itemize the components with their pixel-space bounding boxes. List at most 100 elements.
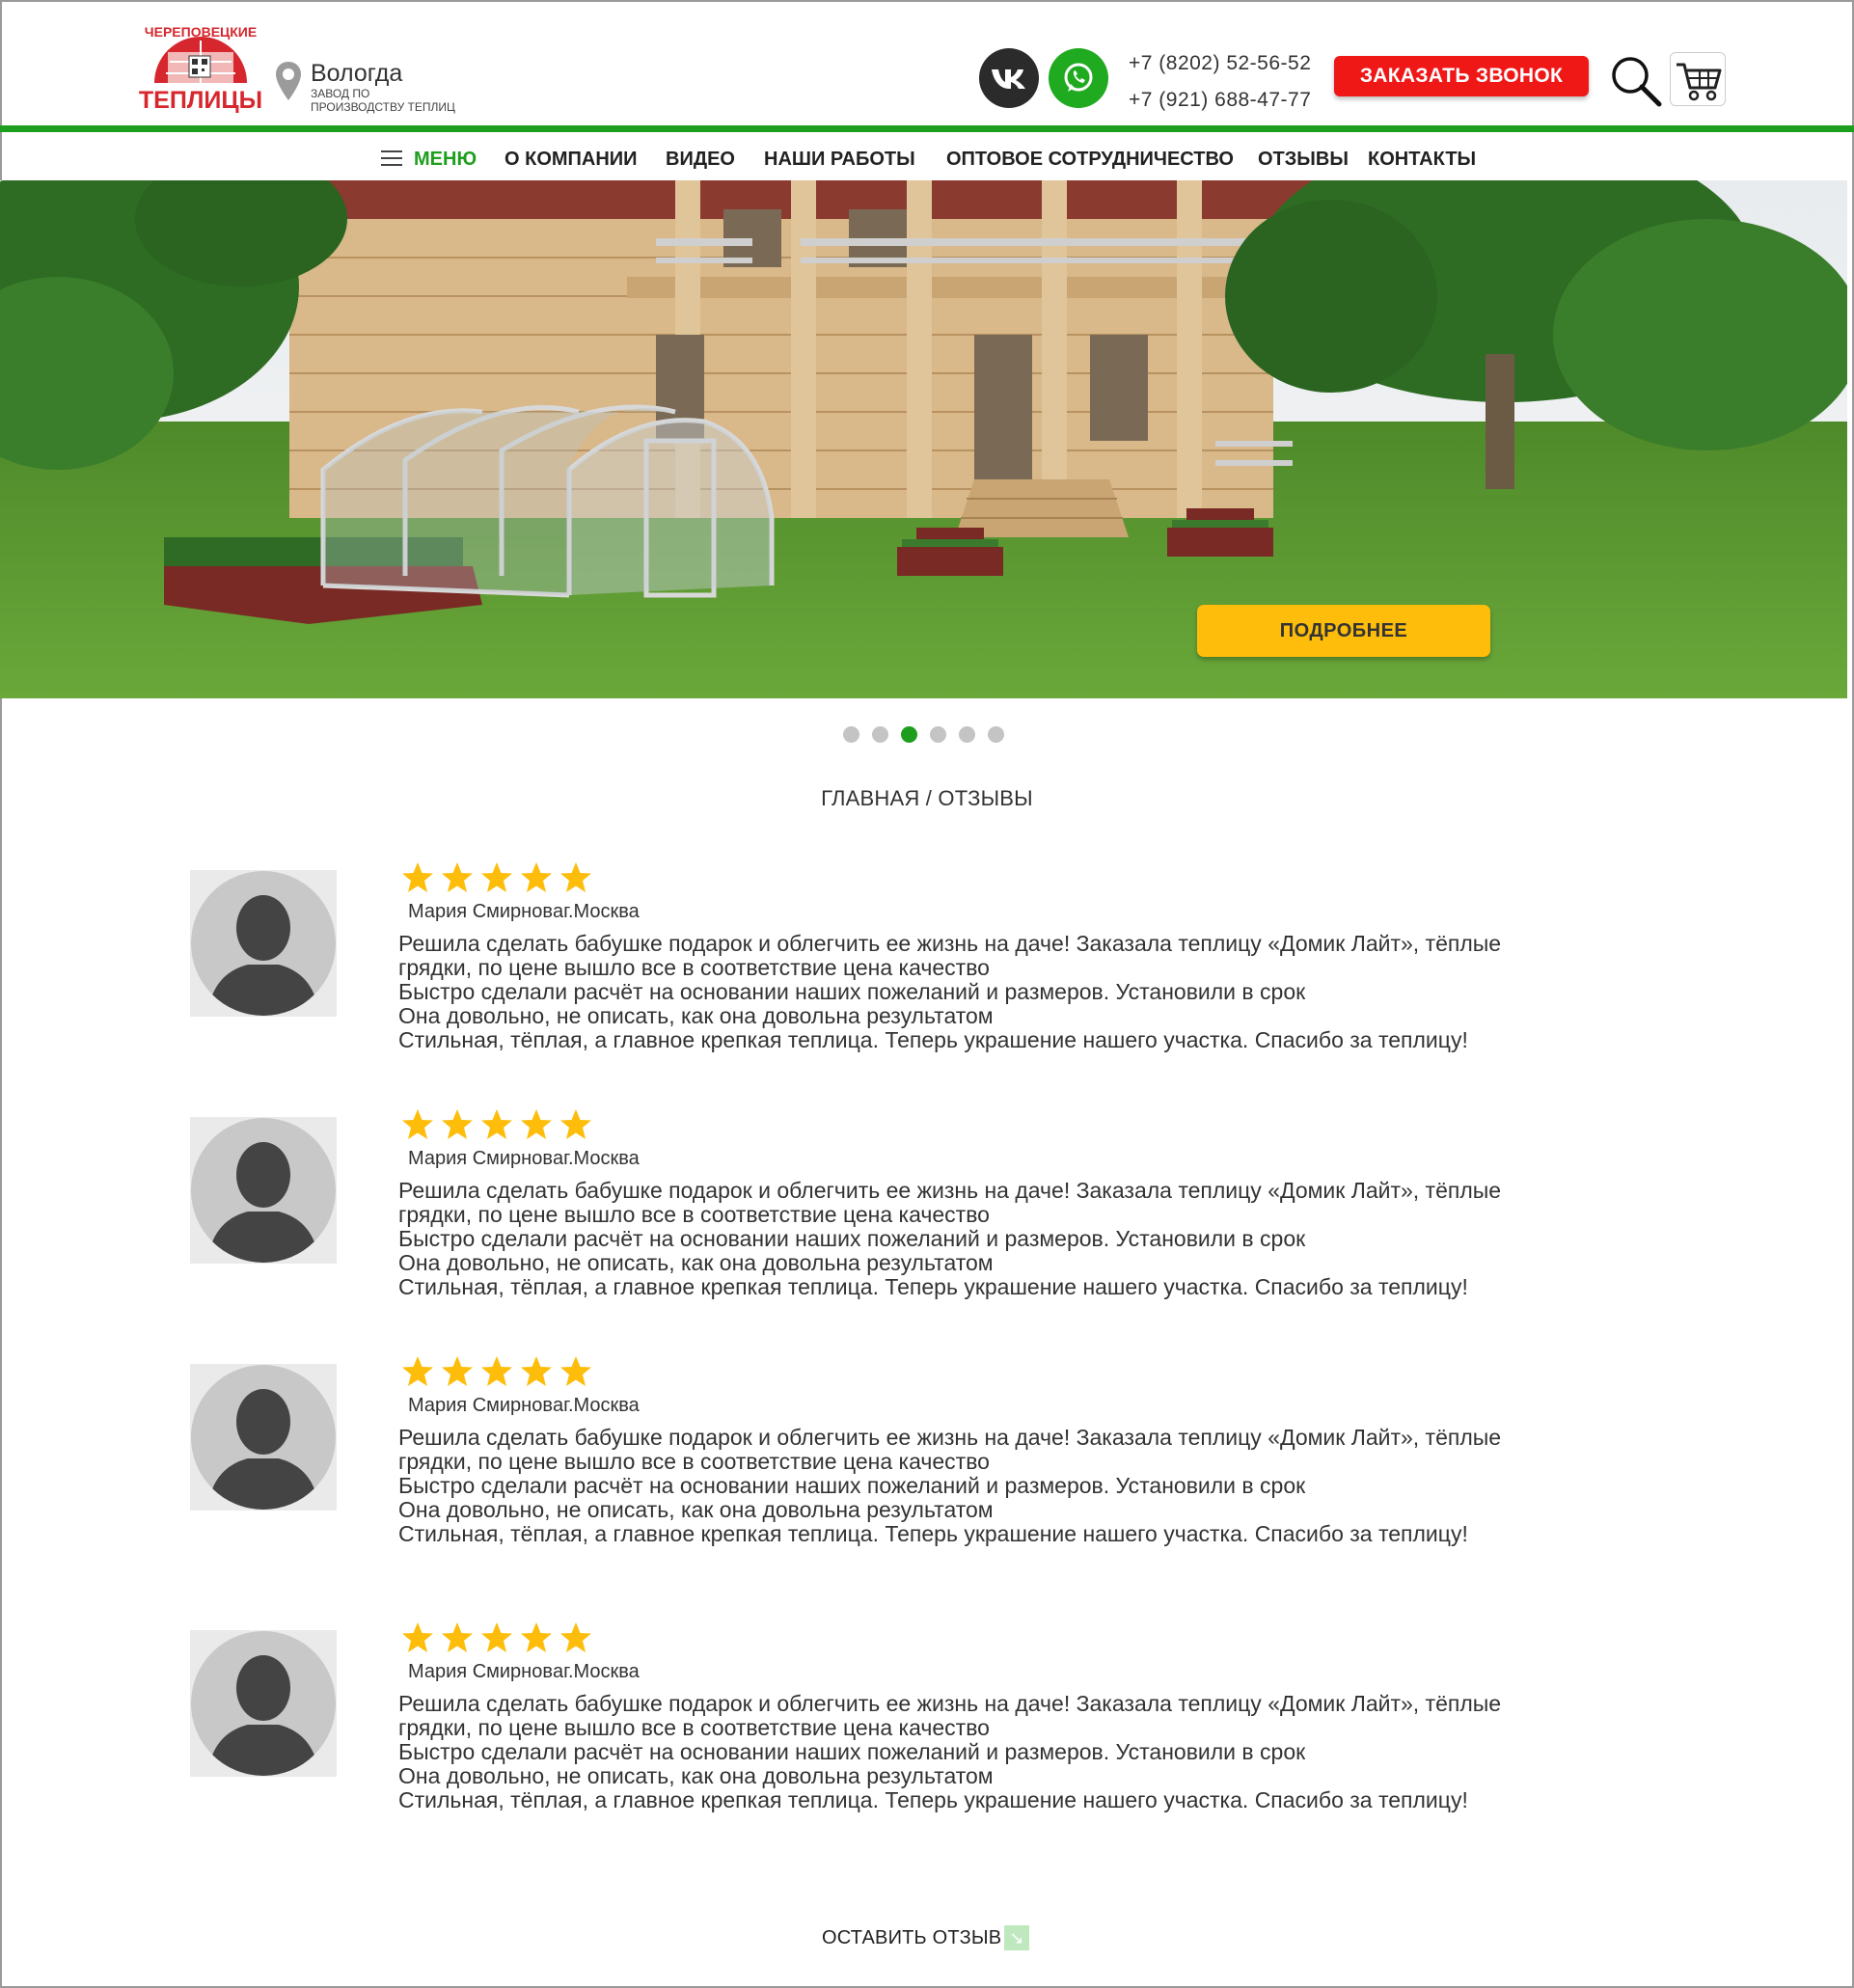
avatar	[190, 1117, 337, 1264]
review-author-city: г.Москва	[563, 1148, 640, 1169]
phone-1[interactable]: +7 (8202) 52-56-52	[1129, 52, 1311, 75]
review-text: Решила сделать бабушке подарок и облегчи…	[398, 1692, 1691, 1812]
star-icon	[481, 1356, 512, 1386]
review-text-line: грядки, по цене вышло все в соответствие…	[398, 1715, 990, 1740]
nav-works[interactable]: НАШИ РАБОТЫ	[764, 149, 915, 171]
slider-dots	[843, 726, 1004, 743]
review-text-line: Она довольно, не описать, как она доволь…	[398, 1250, 994, 1275]
review-card: Мария Смирновaг.Москва Решила сделать баб…	[190, 860, 1695, 1053]
slider-dot[interactable]	[930, 726, 946, 743]
slider-dot[interactable]	[872, 726, 888, 743]
leave-review-link[interactable]: ОСТАВИТЬ ОТЗЫВ	[822, 1927, 1001, 1949]
review-card: Мария Смирновaг.Москва Решила сделать баб…	[190, 1354, 1695, 1547]
star-icon	[560, 1356, 591, 1386]
star-icon	[442, 1622, 473, 1652]
search-icon[interactable]	[1609, 54, 1663, 108]
nav-video[interactable]: ВИДЕО	[666, 149, 735, 171]
star-icon	[560, 1622, 591, 1652]
logo-bottom-text: ТЕПЛИЦЫ	[139, 87, 262, 114]
nav-wholesale[interactable]: ОПТОВОЕ СОТРУДНИЧЕСТВО	[946, 149, 1234, 171]
rating-stars	[400, 860, 593, 895]
star-icon	[481, 1109, 512, 1139]
vk-icon[interactable]	[979, 48, 1039, 108]
review-card: Мария Смирновaг.Москва Решила сделать баб…	[190, 1620, 1695, 1813]
review-text-line: Решила сделать бабушке подарок и облегчи…	[398, 1691, 1502, 1716]
city-subtitle: завод по производству теплиц	[311, 87, 455, 114]
nav-contacts[interactable]: КОНТАКТЫ	[1368, 149, 1476, 171]
star-icon	[442, 1356, 473, 1386]
review-text-line: Стильная, тёплая, а главное крепкая тепл…	[398, 1274, 1468, 1299]
hero-image	[0, 180, 1847, 698]
slider-dot[interactable]	[843, 726, 859, 743]
star-icon	[481, 862, 512, 892]
breadcrumb[interactable]: ГЛАВНАЯ / ОТЗЫВЫ	[0, 786, 1854, 811]
review-text: Решила сделать бабушке подарок и облегчи…	[398, 932, 1691, 1052]
review-text-line: Стильная, тёплая, а главное крепкая тепл…	[398, 1027, 1468, 1052]
avatar	[190, 1364, 337, 1511]
review-text-line: Она довольно, не описать, как она доволь…	[398, 1497, 994, 1522]
city-name[interactable]: Вологда	[311, 60, 402, 88]
review-author: Мария Смирновaг.Москва	[408, 1661, 640, 1683]
rating-stars	[400, 1354, 593, 1389]
review-author-name: Мария Смирновa	[408, 1661, 564, 1682]
review-text-line: Стильная, тёплая, а главное крепкая тепл…	[398, 1787, 1468, 1812]
nav-menu[interactable]: МЕНЮ	[414, 149, 477, 171]
phone-2[interactable]: +7 (921) 688-47-77	[1129, 89, 1311, 112]
star-icon	[560, 1109, 591, 1139]
logo[interactable]: ЧЕРЕПОВЕЦКИЕ ТЕПЛИЦЫ	[133, 23, 268, 116]
rating-stars	[400, 1620, 593, 1655]
header: ЧЕРЕПОВЕЦКИЕ ТЕПЛИЦЫ Вологда завод по пр…	[0, 0, 1854, 127]
nav-reviews[interactable]: ОТЗЫВЫ	[1258, 149, 1349, 171]
more-button[interactable]: ПОДРОБНЕЕ	[1197, 605, 1490, 657]
star-icon	[481, 1622, 512, 1652]
review-author-name: Мария Смирновa	[408, 901, 564, 922]
review-text-line: Быстро сделали расчёт на основании наших…	[398, 1226, 1306, 1251]
slider-dot-active[interactable]	[901, 726, 917, 743]
review-text-line: грядки, по цене вышло все в соответствие…	[398, 955, 990, 980]
rating-stars	[400, 1107, 593, 1142]
hero-banner[interactable]	[0, 180, 1847, 698]
slider-dot[interactable]	[988, 726, 1004, 743]
review-text: Решила сделать бабушке подарок и облегчи…	[398, 1179, 1691, 1299]
star-icon	[402, 1356, 433, 1386]
review-text-line: Быстро сделали расчёт на основании наших…	[398, 1739, 1306, 1764]
slider-dot[interactable]	[959, 726, 975, 743]
star-icon	[560, 862, 591, 892]
menu-icon[interactable]	[381, 150, 402, 166]
avatar	[190, 1630, 337, 1777]
whatsapp-icon[interactable]	[1049, 48, 1108, 108]
review-author-name: Мария Смирновa	[408, 1148, 564, 1169]
review-card: Мария Смирновaг.Москва Решила сделать баб…	[190, 1107, 1695, 1300]
review-author: Мария Смирновaг.Москва	[408, 1395, 640, 1417]
star-icon	[521, 1622, 552, 1652]
review-author-city: г.Москва	[563, 1661, 640, 1682]
header-divider	[0, 125, 1854, 132]
star-icon	[521, 1356, 552, 1386]
review-text-line: грядки, по цене вышло все в соответствие…	[398, 1202, 990, 1227]
star-icon	[521, 1109, 552, 1139]
review-author-city: г.Москва	[563, 901, 640, 922]
cart-icon[interactable]	[1670, 52, 1726, 106]
star-icon	[402, 1622, 433, 1652]
review-text-line: Решила сделать бабушке подарок и облегчи…	[398, 1178, 1502, 1203]
arrow-down-right-icon[interactable]: ↘	[1004, 1925, 1029, 1950]
avatar	[190, 870, 337, 1017]
review-author: Мария Смирновaг.Москва	[408, 901, 640, 923]
review-text-line: Стильная, тёплая, а главное крепкая тепл…	[398, 1521, 1468, 1546]
review-text: Решила сделать бабушке подарок и облегчи…	[398, 1426, 1691, 1546]
star-icon	[442, 862, 473, 892]
location-pin-icon	[276, 62, 301, 100]
star-icon	[402, 1109, 433, 1139]
review-text-line: Быстро сделали расчёт на основании наших…	[398, 1473, 1306, 1498]
order-call-button[interactable]: ЗАКАЗАТЬ ЗВОНОК	[1334, 56, 1589, 96]
review-author: Мария Смирновaг.Москва	[408, 1148, 640, 1170]
nav-about[interactable]: О КОМПАНИИ	[504, 149, 638, 171]
review-text-line: грядки, по цене вышло все в соответствие…	[398, 1449, 990, 1474]
review-text-line: Быстро сделали расчёт на основании наших…	[398, 979, 1306, 1004]
logo-top-text: ЧЕРЕПОВЕЦКИЕ	[145, 24, 257, 40]
review-author-city: г.Москва	[563, 1395, 640, 1416]
star-icon	[442, 1109, 473, 1139]
review-text-line: Она довольно, не описать, как она доволь…	[398, 1763, 994, 1788]
star-icon	[521, 862, 552, 892]
review-author-name: Мария Смирновa	[408, 1395, 564, 1416]
